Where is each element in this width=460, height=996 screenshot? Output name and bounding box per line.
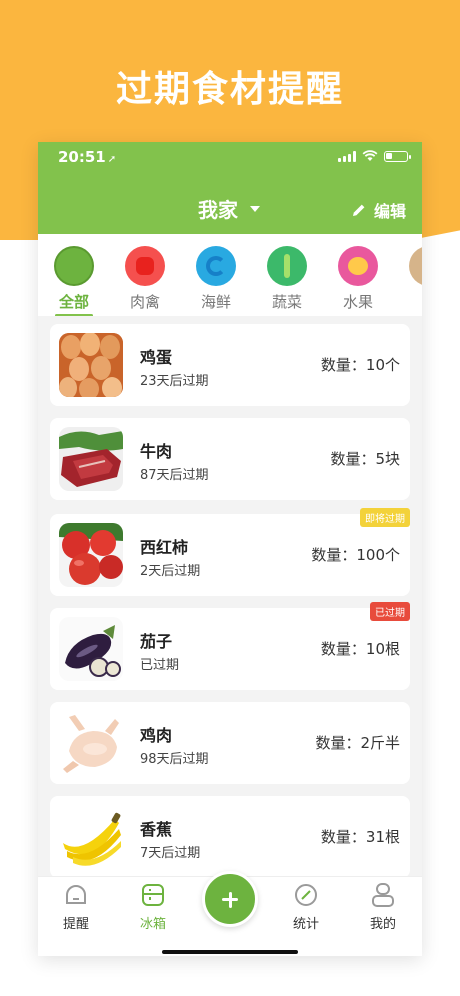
tomato-image <box>59 523 123 587</box>
battery-icon <box>384 150 411 162</box>
tab-label: 我的 <box>369 917 396 932</box>
food-card-tomato[interactable]: 西红柿 2天后过期 数量：100个 即将过期 <box>50 508 410 596</box>
edit-button[interactable]: 编辑 <box>352 198 406 222</box>
food-quantity: 数量：2斤半 <box>315 734 400 752</box>
active-underline <box>55 314 93 316</box>
category-bar: 全部 肉禽 海鲜 蔬菜 水果 <box>38 234 422 316</box>
category-label: 豆 <box>402 291 422 312</box>
bell-icon <box>66 885 86 904</box>
food-expiry: 已过期 <box>140 658 180 673</box>
food-name: 鸡蛋 <box>140 348 173 367</box>
tab-label: 统计 <box>292 917 319 932</box>
food-quantity: 数量：100个 <box>311 546 400 564</box>
tab-fridge[interactable]: 冰箱 <box>123 883 183 932</box>
food-card-banana[interactable]: 香蕉 7天后过期 数量：31根 <box>50 796 410 878</box>
banana-image <box>59 805 123 869</box>
category-seafood[interactable]: 海鲜 <box>189 246 243 312</box>
food-expiry: 87天后过期 <box>140 468 209 483</box>
home-selector[interactable]: 我家 <box>198 194 260 223</box>
category-vegetable[interactable]: 蔬菜 <box>260 246 314 312</box>
pencil-icon <box>352 204 365 216</box>
food-quantity: 数量：5块 <box>330 450 400 468</box>
category-all-icon <box>54 246 94 286</box>
fridge-icon <box>142 884 164 906</box>
food-quantity: 数量：31根 <box>320 828 400 846</box>
status-bar-icons <box>338 150 411 162</box>
food-card-chicken[interactable]: 鸡肉 98天后过期 数量：2斤半 <box>50 702 410 784</box>
category-label: 水果 <box>342 293 373 311</box>
food-name: 茄子 <box>140 632 173 651</box>
food-expiry: 23天后过期 <box>140 374 209 389</box>
category-seafood-icon <box>196 246 236 286</box>
tab-label: 冰箱 <box>139 917 166 932</box>
food-quantity: 数量：10根 <box>320 640 400 658</box>
chevron-down-icon <box>250 205 260 212</box>
food-name: 西红柿 <box>140 538 189 557</box>
category-label: 海鲜 <box>200 293 231 311</box>
category-meat[interactable]: 肉禽 <box>118 246 172 312</box>
food-quantity: 数量：10个 <box>320 356 400 374</box>
category-label: 蔬菜 <box>271 293 302 311</box>
expiring-soon-badge: 即将过期 <box>360 508 410 527</box>
food-name: 鸡肉 <box>140 726 173 745</box>
location-arrow-icon: ➚ <box>107 154 117 165</box>
tab-label: 提醒 <box>62 917 89 932</box>
category-bean-icon <box>409 246 422 286</box>
home-title: 我家 <box>198 198 238 222</box>
status-bar-time: 20:51 ➚ <box>58 148 117 166</box>
food-expiry: 98天后过期 <box>140 752 209 767</box>
category-fruit[interactable]: 水果 <box>331 246 385 312</box>
app-header: 20:51 ➚ 我家 编辑 <box>38 142 422 234</box>
category-all[interactable]: 全部 <box>47 246 101 316</box>
food-name: 香蕉 <box>140 820 173 839</box>
category-fruit-icon <box>338 246 378 286</box>
food-expiry: 7天后过期 <box>140 846 201 861</box>
edit-label: 编辑 <box>373 202 406 221</box>
promo-title: 过期食材提醒 <box>115 69 344 110</box>
cellular-signal-icon <box>338 150 356 162</box>
food-expiry: 2天后过期 <box>140 564 201 579</box>
user-icon <box>372 883 394 907</box>
add-button[interactable] <box>202 871 258 927</box>
food-name: 牛肉 <box>140 442 173 461</box>
category-vegetable-icon <box>267 246 307 286</box>
tab-mine[interactable]: 我的 <box>353 883 413 932</box>
food-card-eggplant[interactable]: 茄子 已过期 数量：10根 已过期 <box>50 602 410 690</box>
category-label: 肉禽 <box>129 293 160 311</box>
tab-bar: 提醒 冰箱 统计 我的 <box>38 871 422 956</box>
food-card-beef[interactable]: 牛肉 87天后过期 数量：5块 <box>50 418 410 500</box>
category-bean[interactable]: 豆 <box>402 246 422 312</box>
category-label: 全部 <box>58 293 89 311</box>
food-card-eggs[interactable]: 鸡蛋 23天后过期 数量：10个 <box>50 324 410 406</box>
chart-icon <box>295 884 317 906</box>
wifi-icon <box>362 150 378 161</box>
home-indicator <box>162 950 298 954</box>
expired-badge: 已过期 <box>370 602 410 621</box>
eggplant-image <box>59 617 123 681</box>
tab-remind[interactable]: 提醒 <box>46 883 106 932</box>
beef-image <box>59 427 123 491</box>
eggs-image <box>59 333 123 397</box>
chicken-image <box>59 711 123 775</box>
tab-stats[interactable]: 统计 <box>276 883 336 932</box>
category-meat-icon <box>125 246 165 286</box>
phone-frame: 20:51 ➚ 我家 编辑 全部 肉禽 海鲜 蔬菜 水果 鸡蛋 23天后过期 数… <box>38 142 422 956</box>
